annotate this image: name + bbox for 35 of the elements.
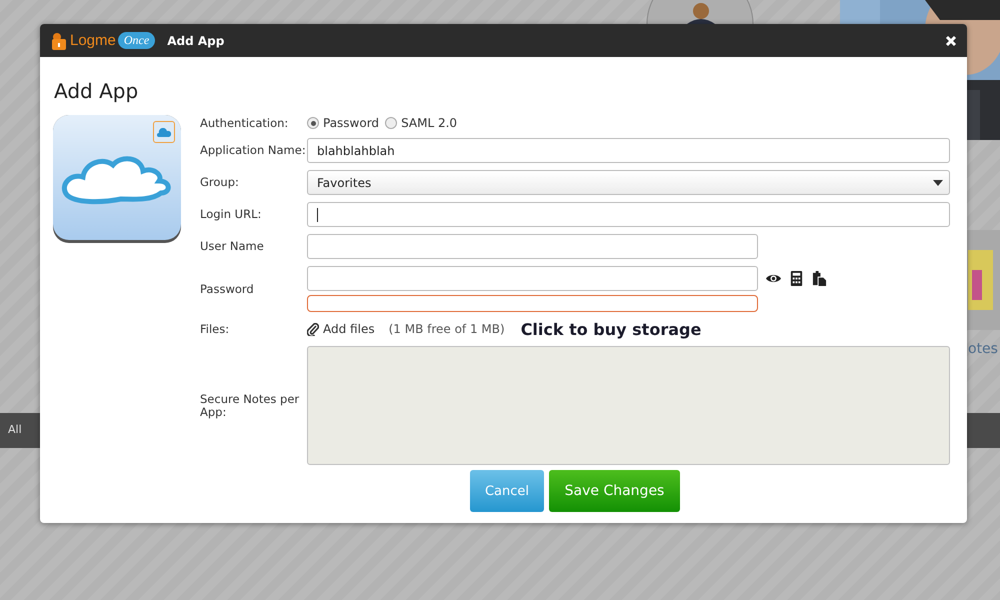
footer-text: All — [8, 423, 22, 436]
radio-button[interactable] — [307, 117, 319, 129]
window-title: Add App — [167, 34, 226, 48]
cloud-upload-button[interactable] — [153, 121, 175, 143]
dialog-heading: Add App — [54, 79, 140, 105]
lock-icon — [50, 32, 68, 50]
field-label: Authentication: — [200, 116, 290, 130]
storage-quota: (1 MB free of 1 MB) — [388, 322, 505, 336]
input-field[interactable] — [307, 202, 950, 227]
field-label: Group: — [200, 176, 240, 189]
logo-text: Logme — [70, 32, 116, 49]
field-label: Password — [200, 282, 255, 296]
clipboard-icon[interactable] — [812, 271, 827, 286]
logo-text: Once — [118, 32, 156, 49]
buy-storage-link[interactable]: Click to buy storage — [520, 320, 702, 338]
field-label: User Name — [200, 240, 265, 253]
field-label: Secure Notes per App: — [200, 392, 300, 418]
cloud-app-icon — [53, 115, 181, 243]
field-label: Application Name: — [200, 144, 307, 157]
close-icon[interactable] — [945, 34, 957, 46]
radio-label: SAML 2.0 — [401, 116, 458, 130]
password-field[interactable] — [307, 266, 758, 291]
group-dropdown[interactable]: Favorites — [307, 170, 950, 195]
caret-icon — [933, 180, 943, 186]
radio-label: Password — [323, 116, 380, 130]
paperclip-icon — [307, 322, 319, 336]
cloud-icon — [157, 128, 171, 136]
field-label: Files: — [200, 322, 230, 336]
field-label: Login URL: — [200, 208, 262, 221]
input-field[interactable]: blahblahblah — [307, 138, 950, 163]
background-label: otes — [968, 341, 998, 357]
calculator-icon[interactable] — [789, 271, 804, 286]
input-field[interactable] — [307, 234, 758, 259]
radio-button[interactable] — [385, 117, 398, 129]
add-files-link[interactable]: Add files — [323, 322, 375, 336]
